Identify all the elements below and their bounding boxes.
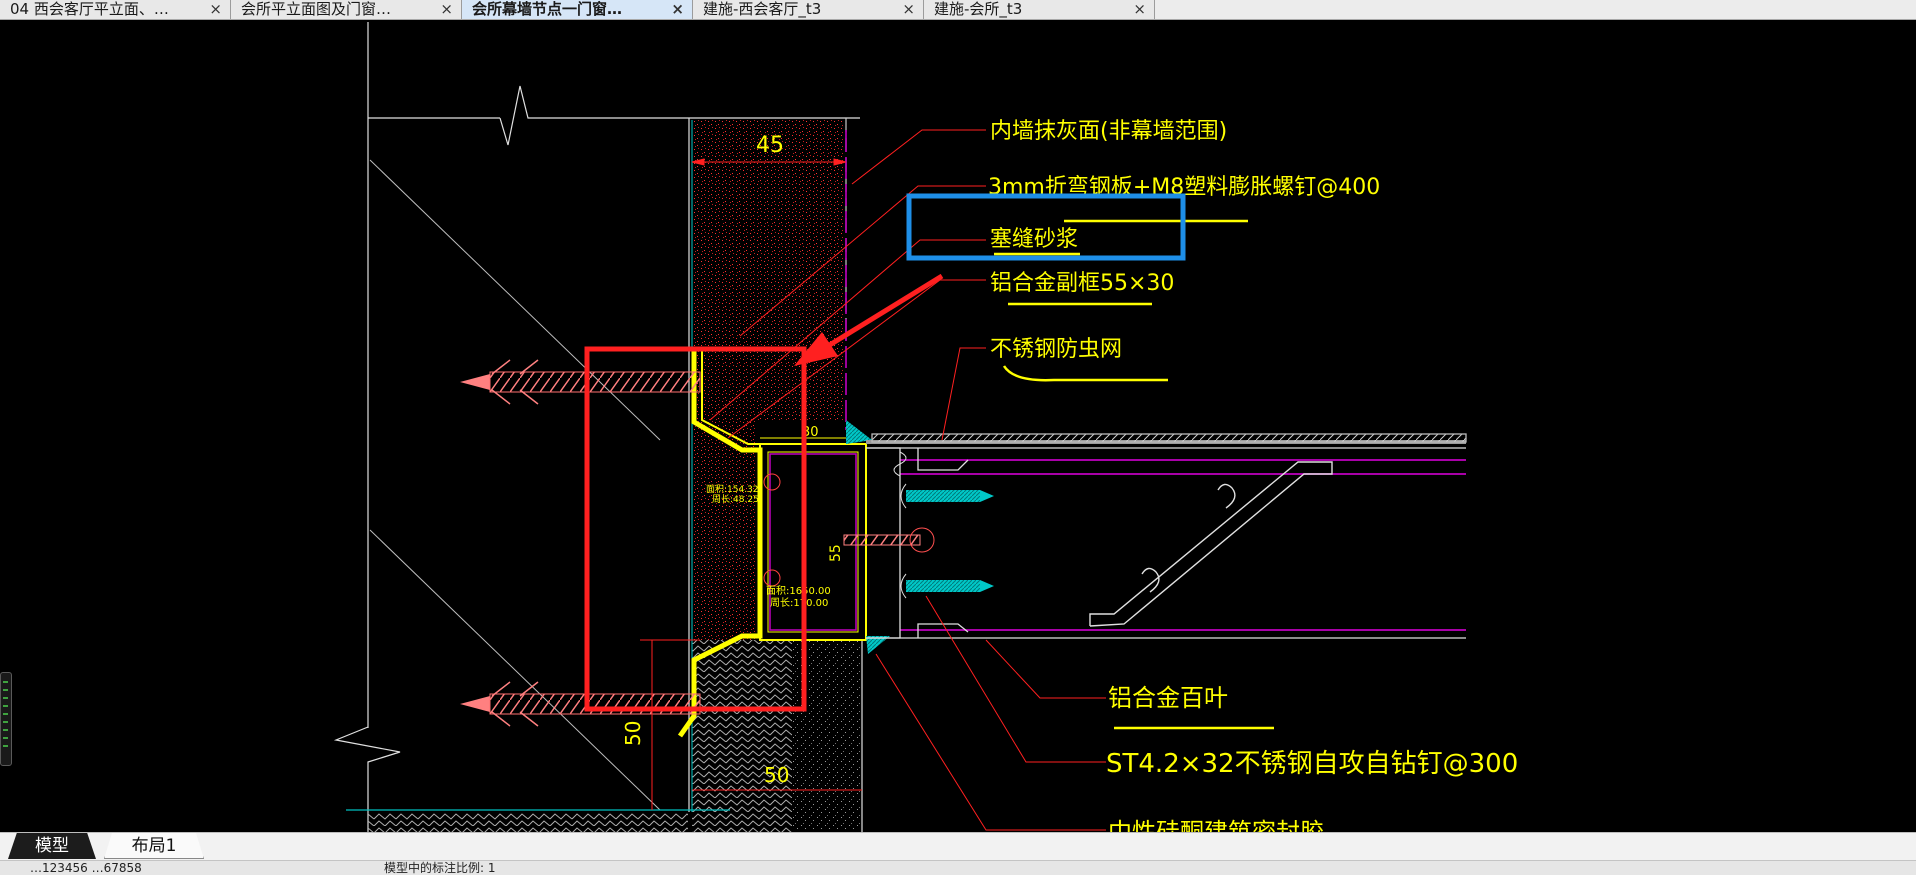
dimension-label: 45 [756, 133, 784, 158]
tab-model[interactable]: 模型 [8, 833, 96, 859]
status-bar: …123456 …67858 模型中的标注比例: 1 [0, 860, 1916, 875]
anchor-hole-icon [763, 569, 781, 587]
doc-tab-label: 会所幕墙节点一门窗… [472, 0, 623, 18]
callout-label: 铝合金副框55×30 [990, 271, 1174, 296]
area-text: 面积:154.32 [706, 483, 759, 495]
close-icon[interactable]: × [440, 0, 453, 19]
callout-label: 不锈钢防虫网 [990, 337, 1122, 362]
close-icon[interactable]: × [671, 0, 684, 19]
louvre-blade [1089, 461, 1333, 627]
area-text: 面积:1650.00 [766, 585, 831, 597]
doc-tab-label: 会所平立面图及门窗… [241, 0, 392, 18]
callout-label: 铝合金百叶 [1108, 684, 1228, 712]
area-text: 周长:170.00 [770, 597, 828, 609]
cad-drawing-canvas[interactable]: 45 30 55 面积:154.32 周长:48.25 面积:1650.00 周… [0, 20, 1916, 832]
tab-layout1[interactable]: 布局1 [104, 833, 204, 859]
plastic-expansion-anchor-top [460, 359, 701, 405]
callout-label: ST4.2×32不锈钢自攻自钻钉@300 [1106, 749, 1518, 779]
aluminium-louvre-frame [866, 433, 1467, 639]
doc-tab-label: 建施-西会客厅_t3 [703, 0, 822, 18]
dimension-label: 50 [621, 721, 645, 746]
dimension-label: 55 [828, 544, 844, 562]
doc-tab-5[interactable]: 建施-会所_t3 × [924, 0, 1155, 19]
sand-inside-plate [700, 455, 756, 635]
dimension-label: 50 [764, 763, 789, 787]
self-drilling-screw [900, 483, 994, 509]
status-message: 模型中的标注比例: 1 [384, 861, 496, 875]
anchor-hole-icon [763, 473, 781, 491]
self-drilling-screw [900, 573, 994, 599]
masonry-hatch [692, 640, 792, 832]
dimension-50-vertical [640, 639, 700, 810]
concrete-fill [790, 640, 860, 830]
left-dock-handle[interactable] [0, 672, 12, 766]
mortar-fill [692, 120, 844, 420]
doc-tab-2[interactable]: 会所平立面图及门窗… × [231, 0, 462, 19]
doc-tab-3-active[interactable]: 会所幕墙节点一门窗… × [462, 0, 693, 19]
doc-tab-label: 04 西会客厅平立面、… [10, 0, 169, 18]
doc-tab-1[interactable]: 04 西会客厅平立面、… × [0, 0, 231, 19]
close-icon[interactable]: × [902, 0, 915, 19]
callout-label: 内墙抹灰面(非幕墙范围) [990, 119, 1227, 144]
doc-tab-label: 建施-会所_t3 [934, 0, 1023, 18]
doc-tab-4[interactable]: 建施-西会客厅_t3 × [693, 0, 924, 19]
close-icon[interactable]: × [209, 0, 222, 19]
callout-label: 塞缝砂浆 [990, 227, 1078, 252]
document-tab-bar: 04 西会客厅平立面、… × 会所平立面图及门窗… × 会所幕墙节点一门窗… × 建施… [0, 0, 1916, 20]
plastic-expansion-anchor-bottom [460, 681, 701, 727]
callout-label: 中性硅酮建筑密封胶 [1108, 818, 1324, 832]
layout-tab-bar: 模型 布局1 [0, 832, 1916, 861]
floor-hatch [368, 812, 688, 832]
coordinate-readout: …123456 …67858 [30, 861, 142, 875]
area-text: 周长:48.25 [712, 493, 759, 505]
close-icon[interactable]: × [1133, 0, 1146, 19]
sealant-joint-bottom [866, 636, 890, 654]
